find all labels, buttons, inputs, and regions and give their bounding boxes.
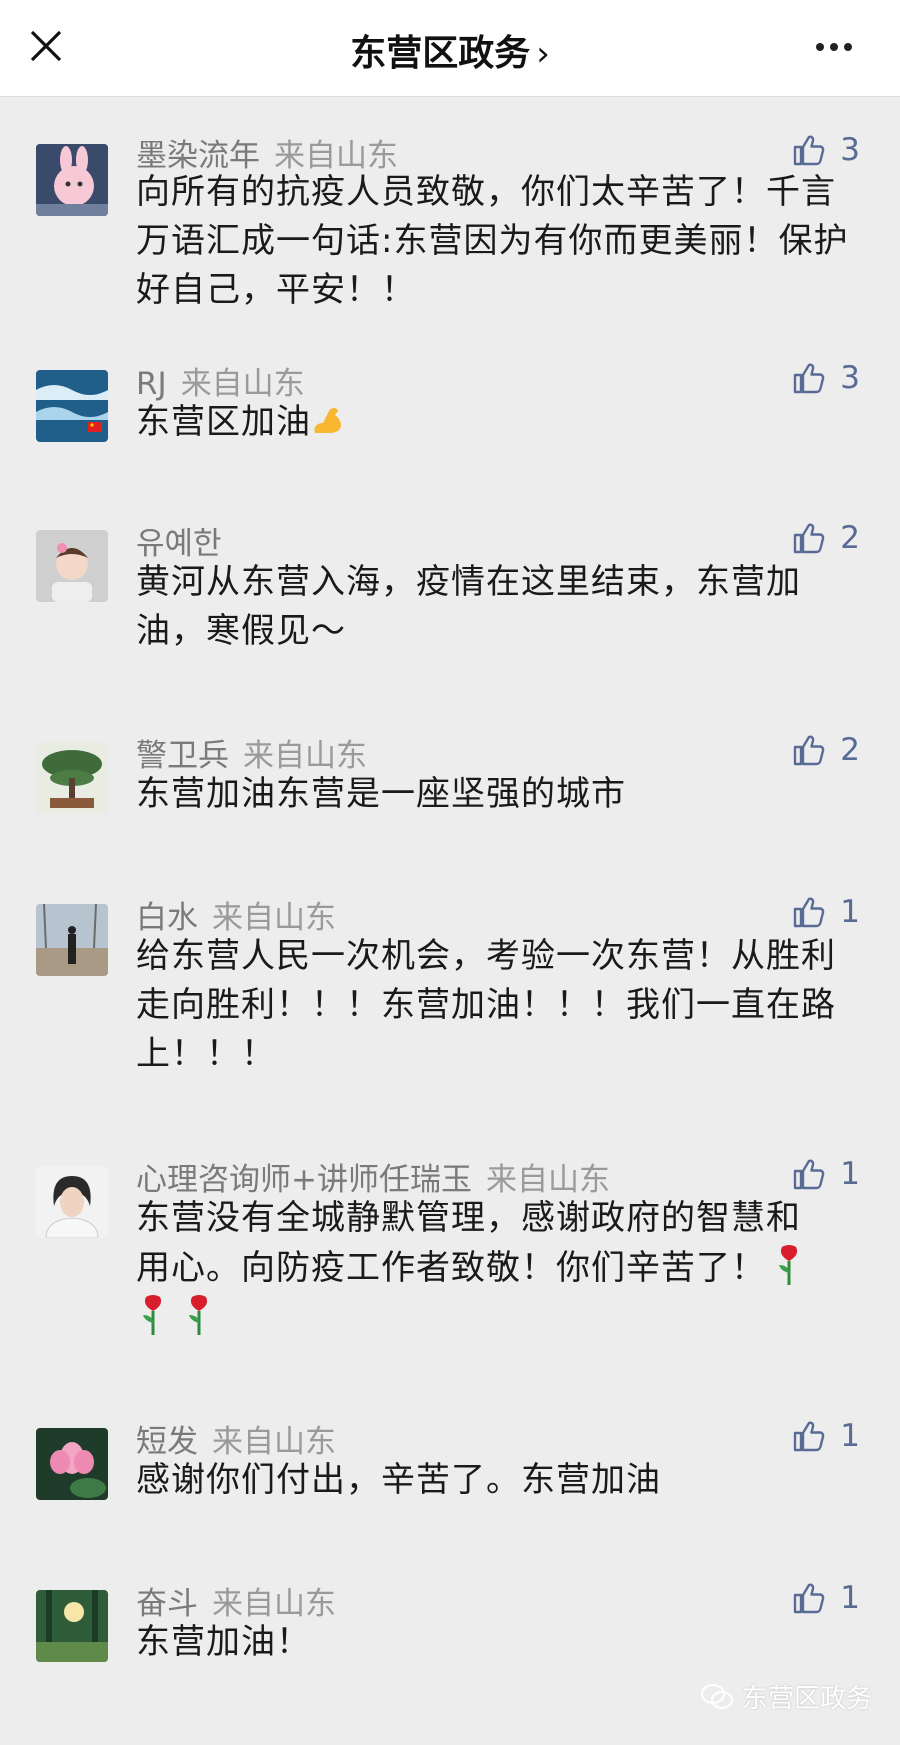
avatar[interactable]: [36, 144, 108, 216]
watermark-text: 东营区政务: [741, 1684, 872, 1714]
comment-location: 来自山东: [212, 1586, 336, 1622]
thumbs-up-icon: [794, 1583, 825, 1614]
avatar[interactable]: [36, 1166, 108, 1238]
chevron-right-icon: ›: [536, 34, 550, 74]
comment-location: 来自山东: [243, 738, 367, 774]
like-button[interactable]: 3: [792, 130, 860, 170]
like-button[interactable]: 2: [792, 730, 860, 770]
comment-text-line: 东营没有全城静默管理，感谢政府的智慧和: [136, 1198, 801, 1238]
like-count: 2: [840, 520, 860, 556]
rose-icon: [779, 1245, 798, 1285]
watermark: 东营区政务: [700, 1678, 872, 1715]
comment-text: 东营加油！: [136, 1622, 311, 1662]
comment-text: 向所有的抗疫人员致敬，你们太辛苦了！千言万语汇成一句话:东营因为有你而更美丽！保…: [136, 172, 849, 310]
like-button[interactable]: 1: [792, 892, 860, 932]
comment-location: 来自山东: [212, 1424, 336, 1460]
thumbs-up-icon: [794, 1421, 825, 1452]
comment-location: 来自山东: [485, 1162, 610, 1198]
comment-emoji-line: [136, 1293, 856, 1343]
comment-meta: 白水 来自山东: [136, 892, 336, 937]
like-count: 2: [840, 732, 860, 768]
commenter-name[interactable]: 心理咨询师+讲师任瑞玉: [136, 1162, 472, 1198]
wechat-icon: [700, 1683, 733, 1709]
comment-text: 黄河从东营入海，疫情在这里结束，东营加油，寒假见～: [136, 562, 801, 651]
comment-text: 感谢你们付出，辛苦了。东营加油: [136, 1460, 661, 1500]
commenter-name[interactable]: 유예한: [136, 526, 222, 562]
avatar[interactable]: [36, 370, 108, 442]
comment-location: 来自山东: [212, 900, 336, 936]
like-count: 3: [840, 360, 860, 396]
comment-meta: 警卫兵 来自山东: [136, 730, 367, 775]
like-count: 1: [840, 1580, 860, 1616]
comment-text-wrap: 东营区加油: [136, 398, 856, 447]
thumbs-up-icon: [794, 363, 825, 394]
comment-meta: 心理咨询师+讲师任瑞玉 来自山东: [136, 1154, 610, 1199]
avatar[interactable]: [36, 1428, 108, 1500]
comment-meta: 奋斗 来自山东: [136, 1578, 336, 1623]
commenter-name[interactable]: 短发: [136, 1424, 198, 1460]
comment-text-line-wrap: 用心。向防疫工作者致敬！你们辛苦了！: [136, 1243, 856, 1293]
like-count: 1: [840, 1418, 860, 1454]
like-button[interactable]: 1: [792, 1154, 860, 1194]
top-bar: 东营区政务 ›: [0, 0, 900, 97]
commenter-name[interactable]: RJ: [136, 366, 167, 402]
comment-text: 东营区加油: [136, 402, 311, 442]
like-count: 1: [840, 1156, 860, 1192]
like-count: 1: [840, 894, 860, 930]
commenter-name[interactable]: 白水: [136, 900, 198, 936]
commenter-name[interactable]: 奋斗: [136, 1586, 198, 1622]
avatar[interactable]: [36, 1590, 108, 1662]
avatar[interactable]: [36, 742, 108, 814]
page-title[interactable]: 东营区政务 ›: [0, 24, 900, 76]
thumbs-up-icon: [794, 523, 825, 554]
like-button[interactable]: 1: [792, 1578, 860, 1618]
comment-text: 东营加油东营是一座坚强的城市: [136, 774, 626, 814]
comment-location: 来自山东: [180, 366, 305, 402]
comment-text-wrap: 东营没有全城静默管理，感谢政府的智慧和 用心。向防疫工作者致敬！你们辛苦了！: [136, 1194, 856, 1343]
like-count: 3: [840, 132, 860, 168]
commenter-name[interactable]: 警卫兵: [136, 738, 229, 774]
like-button[interactable]: 2: [792, 518, 860, 558]
comment-text-line: 用心。向防疫工作者致敬！你们辛苦了！: [136, 1248, 766, 1288]
like-button[interactable]: 3: [792, 358, 860, 398]
more-icon[interactable]: [816, 36, 860, 56]
avatar[interactable]: [36, 904, 108, 976]
thumbs-up-icon: [794, 135, 825, 166]
comment-meta: 유예한: [136, 518, 222, 563]
comment-meta: RJ 来自山东: [136, 358, 305, 403]
rose-icon: [189, 1295, 208, 1335]
like-button[interactable]: 1: [792, 1416, 860, 1456]
rose-icon: [143, 1295, 162, 1335]
avatar[interactable]: [36, 530, 108, 602]
thumbs-up-icon: [794, 735, 825, 766]
page-title-text: 东营区政务: [350, 33, 531, 74]
flexed-biceps-icon: [314, 408, 341, 433]
comment-meta: 短发 来自山东: [136, 1416, 336, 1461]
thumbs-up-icon: [794, 897, 825, 928]
thumbs-up-icon: [794, 1159, 825, 1190]
comment-text: 给东营人民一次机会，考验一次东营！从胜利走向胜利！！！东营加油！！！我们一直在路…: [136, 936, 836, 1074]
